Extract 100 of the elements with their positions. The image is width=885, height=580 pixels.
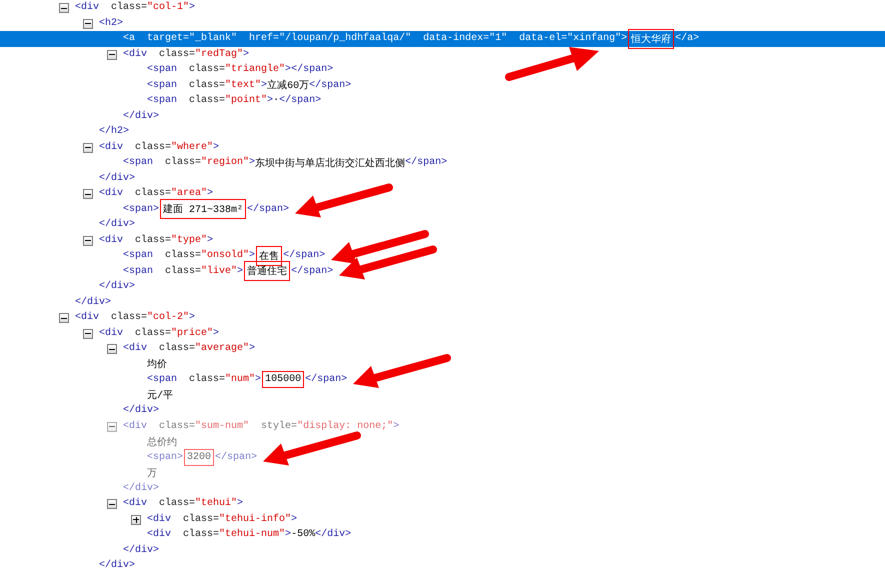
expand-icon[interactable] xyxy=(131,514,141,524)
attribute-name: class= xyxy=(165,157,202,168)
tag-name: </div> xyxy=(99,219,136,230)
attribute-value: "area" xyxy=(171,188,208,200)
tag-name: > xyxy=(213,142,220,153)
collapse-icon[interactable] xyxy=(107,344,117,354)
tree-row[interactable]: <div class="tehui-info"> xyxy=(0,512,885,527)
attribute-name: class= xyxy=(183,529,220,540)
tree-row[interactable]: </div> xyxy=(0,279,885,294)
text-content: 建面 271~338m² xyxy=(163,202,244,216)
tag-name: <a xyxy=(123,33,136,44)
tree-row[interactable]: </div> xyxy=(0,294,885,310)
collapse-icon[interactable] xyxy=(59,313,69,323)
tree-row[interactable]: <span class="onsold"> 在售 </span> xyxy=(0,248,885,264)
tree-row[interactable]: </div> xyxy=(0,542,885,558)
tree-row[interactable]: 元/平 xyxy=(0,388,885,403)
attribute-name: class= xyxy=(165,250,202,262)
tag-name: <span> xyxy=(147,452,184,463)
attribute-name: class= xyxy=(135,328,172,339)
attribute-value: "type" xyxy=(171,234,208,246)
tag-name: <div xyxy=(123,343,148,354)
tree-row[interactable]: <div class="col-1"> xyxy=(0,0,885,16)
tag-name: > xyxy=(207,188,214,200)
text-content: 立减60万 xyxy=(267,78,310,92)
text-content: 均价 xyxy=(147,358,167,372)
tree-row[interactable]: <div class="tehui"> xyxy=(0,496,885,512)
tree-row[interactable]: <div class="type"> xyxy=(0,232,885,248)
attribute-value: "text" xyxy=(225,80,262,91)
collapse-icon[interactable] xyxy=(83,236,93,246)
tree-row[interactable]: </div> xyxy=(0,403,885,418)
tag-name: > xyxy=(189,2,196,14)
tree-row[interactable]: </h2> xyxy=(0,124,885,140)
tree-row[interactable]: </div> xyxy=(0,558,885,574)
tree-row[interactable]: 万 xyxy=(0,465,885,480)
tag-name: > xyxy=(267,95,274,106)
tag-name: </div> xyxy=(99,560,136,572)
tree-row[interactable]: <a target="_blank" href="/loupan/p_hdhfaalqa/" data-index="1" data-el="xinfang"> 恒大华府 </a> xyxy=(0,31,885,46)
collapse-icon[interactable] xyxy=(83,328,93,338)
tree-row[interactable]: </div> xyxy=(0,217,885,232)
attribute-value: "tehui-info" xyxy=(219,514,292,525)
tree-row[interactable]: </div> xyxy=(0,170,885,186)
tag-name: > xyxy=(237,498,244,510)
tree-row[interactable]: <h2> xyxy=(0,16,885,31)
attribute-value: "sum-num" xyxy=(195,420,250,432)
tree-row[interactable]: <div class="col-2"> xyxy=(0,310,885,326)
attribute-value: "live" xyxy=(201,266,238,277)
attribute-name: class= xyxy=(189,64,226,76)
attribute-value: "redTag" xyxy=(195,48,244,60)
attribute-value: "point" xyxy=(225,95,268,106)
tree-row[interactable]: <div class="redTag"> xyxy=(0,46,885,62)
tree-row[interactable]: <div class="area"> xyxy=(0,186,885,202)
tag-name: > xyxy=(213,328,220,339)
attribute-value: "average" xyxy=(195,343,250,354)
tree-row[interactable]: <span class="point">·</span> xyxy=(0,93,885,108)
text-content: 在售 xyxy=(259,248,280,263)
tag-name: <span xyxy=(147,374,178,386)
tree-row[interactable]: <span> 3200 </span> xyxy=(0,450,885,465)
collapse-icon[interactable] xyxy=(83,18,93,28)
tag-name: > xyxy=(249,250,256,262)
tree-row[interactable]: 均价 xyxy=(0,356,885,372)
collapse-icon[interactable] xyxy=(83,142,93,152)
tree-row[interactable]: </div> xyxy=(0,108,885,124)
attribute-value: "num" xyxy=(225,374,256,386)
collapse-icon[interactable] xyxy=(107,499,117,509)
tree-row[interactable]: <div class="price"> xyxy=(0,326,885,341)
text-content: 东坝中街与单店北街交汇处西北侧 xyxy=(255,156,406,170)
tag-name: <span xyxy=(147,80,178,91)
tag-name: <span xyxy=(147,95,178,106)
tree-row[interactable]: <span class="live"> 普通住宅 </span> xyxy=(0,264,885,279)
attribute-value: "col-1" xyxy=(147,2,190,14)
attribute-value: "xinfang" xyxy=(567,33,622,44)
tree-row[interactable]: </div> xyxy=(0,480,885,496)
tree-row[interactable]: <span class="triangle"></span> xyxy=(0,62,885,78)
attribute-name: data-index= xyxy=(423,33,490,44)
tree-row[interactable]: <span> 建面 271~338m² </span> xyxy=(0,202,885,217)
tree-row[interactable]: <span class="region">东坝中街与单店北街交汇处西北侧</span> xyxy=(0,155,885,170)
tree-row[interactable]: <div class="average"> xyxy=(0,341,885,356)
tree-row[interactable]: <span class="num"> 105000 </span> xyxy=(0,372,885,388)
tag-name: <div xyxy=(99,328,124,339)
tree-row[interactable]: <div class="tehui-num">-50%</div> xyxy=(0,527,885,542)
tag-name: </div> xyxy=(99,172,136,184)
collapse-icon[interactable] xyxy=(107,50,117,60)
collapse-icon[interactable] xyxy=(59,3,69,13)
tag-name: <span xyxy=(123,250,154,262)
collapse-icon[interactable] xyxy=(83,189,93,199)
tree-row[interactable]: 总价约 xyxy=(0,434,885,450)
attribute-name: class= xyxy=(159,420,196,432)
tree-row[interactable]: <span class="text">立减60万</span> xyxy=(0,78,885,93)
tag-name: > xyxy=(249,343,256,354)
tree-row[interactable]: <div class="sum-num" style="display: none;"> xyxy=(0,418,885,434)
attribute-value: "onsold" xyxy=(201,250,250,262)
attribute-name: target= xyxy=(147,33,190,44)
tree-row[interactable]: <div class="where"> xyxy=(0,140,885,155)
text-content: 万 xyxy=(147,468,157,480)
tag-name: <span xyxy=(123,157,154,168)
tag-name: </span> xyxy=(283,250,326,262)
attribute-value: "/loupan/p_hdhfaalqa/" xyxy=(279,33,412,44)
tag-name: </span> xyxy=(291,266,334,277)
tag-name: > xyxy=(285,529,292,540)
tag-name: > xyxy=(237,266,244,277)
